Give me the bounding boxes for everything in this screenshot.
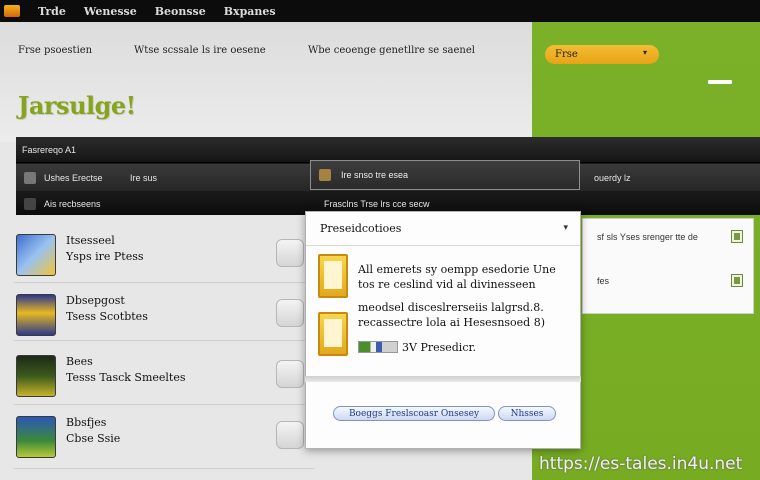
app-tile-icon [16, 416, 56, 458]
app-logo-icon [4, 5, 20, 17]
secondary-button[interactable]: Nhsses [498, 406, 556, 421]
item-title: Itsesseel [66, 234, 115, 247]
item-action-button[interactable] [276, 299, 304, 327]
selected-cell-label: Ire snso tre esea [341, 170, 409, 180]
table-cell: Ushes Erectse [44, 172, 103, 183]
item-title: Dbsepgost [66, 294, 125, 307]
dialog-title: Preseidcotioes [320, 222, 402, 235]
app-tile-icon [16, 234, 56, 276]
header-band [0, 22, 532, 142]
filter-dropdown[interactable]: Frse ▾ [545, 45, 659, 64]
table-cell: Ire sus [130, 172, 158, 183]
app-tile-icon [16, 355, 56, 397]
caret-down-icon: ▾ [642, 48, 647, 57]
divider [14, 340, 314, 341]
header-col-3: Wbe ceoenge genetllre se saenel [308, 45, 475, 56]
item-action-button[interactable] [276, 421, 304, 449]
divider [14, 468, 314, 469]
chevron-down-icon[interactable]: ▾ [563, 223, 568, 233]
dialog-header[interactable]: Preseidcotioes ▾ [306, 212, 580, 246]
list-item[interactable]: Bbsfjes Cbse Ssie [14, 412, 314, 466]
checkbox-icon[interactable] [731, 230, 743, 243]
right-panel-row[interactable]: sf sls Yses srenger tte de [583, 219, 753, 255]
folder-icon [319, 169, 331, 181]
watermark: https://es-tales.in4u.net [539, 454, 743, 474]
item-action-button[interactable] [276, 360, 304, 388]
filter-dropdown-label: Frse [555, 49, 578, 60]
menu-item-4[interactable]: Bxpanes [224, 5, 276, 18]
item-title: Bees [66, 355, 93, 368]
right-panel-label: fes [597, 276, 610, 286]
list-item[interactable]: Bees Tesss Tasck Smeeltes [14, 351, 314, 405]
top-menu-bar: Trde Wenesse Beonsse Bxpanes [0, 0, 760, 22]
table-cell: ouerdy lz [594, 172, 631, 183]
divider [14, 404, 314, 405]
app-tile-icon [16, 294, 56, 336]
page-title: Jarsulge! [18, 91, 136, 120]
header-col-1: Frse psoestien [18, 45, 93, 56]
item-action-button[interactable] [276, 239, 304, 267]
right-panel-row[interactable]: fes [583, 263, 753, 299]
item-title: Bbsfjes [66, 416, 107, 429]
checkbox-icon[interactable] [731, 274, 743, 287]
menu-item-2[interactable]: Wenesse [84, 5, 137, 18]
table-cell: Frasclns Trse lrs cce secw [324, 198, 430, 209]
document-icon [318, 254, 348, 298]
primary-button[interactable]: Boeggs Freslscoasr Onsesey [333, 406, 495, 421]
list-item[interactable]: Itsesseel Ysps ire Ptess [14, 230, 314, 284]
list-item[interactable]: Dbsepgost Tsess Scotbtes [14, 290, 314, 344]
table-cell: Ais recbseens [44, 198, 101, 209]
divider [14, 282, 314, 283]
thumbnail-strip-icon [358, 341, 398, 353]
dialog-mini-label: 3V Presedicr. [402, 341, 477, 354]
right-panel-label: sf sls Yses srenger tte de [597, 232, 698, 242]
minimize-icon[interactable] [708, 80, 732, 84]
menu-item-3[interactable]: Beonsse [155, 5, 206, 18]
header-col-2: Wtse scssale ls ire oesene [134, 45, 266, 56]
row-thumb-icon [24, 171, 36, 184]
document-icon [318, 312, 348, 356]
item-subtitle: Tsess Scotbtes [66, 310, 148, 323]
item-subtitle: Cbse Ssie [66, 432, 121, 445]
item-subtitle: Tesss Tasck Smeeltes [66, 371, 186, 384]
dialog-divider [305, 376, 581, 382]
row-thumb-icon [24, 197, 36, 210]
item-subtitle: Ysps ire Ptess [66, 250, 144, 263]
selected-cell[interactable]: Ire snso tre esea [310, 160, 580, 190]
table-header-label: Fasrereqo A1 [22, 144, 77, 155]
menu-item-1[interactable]: Trde [38, 5, 66, 18]
right-panel: sf sls Yses srenger tte de fes [582, 218, 754, 314]
dialog-text-2: meodsel disceslrerseiis lalgrsd.8. recas… [358, 301, 546, 329]
dialog-text-1: All emerets sy oempp esedorie Une tos re… [358, 263, 556, 291]
